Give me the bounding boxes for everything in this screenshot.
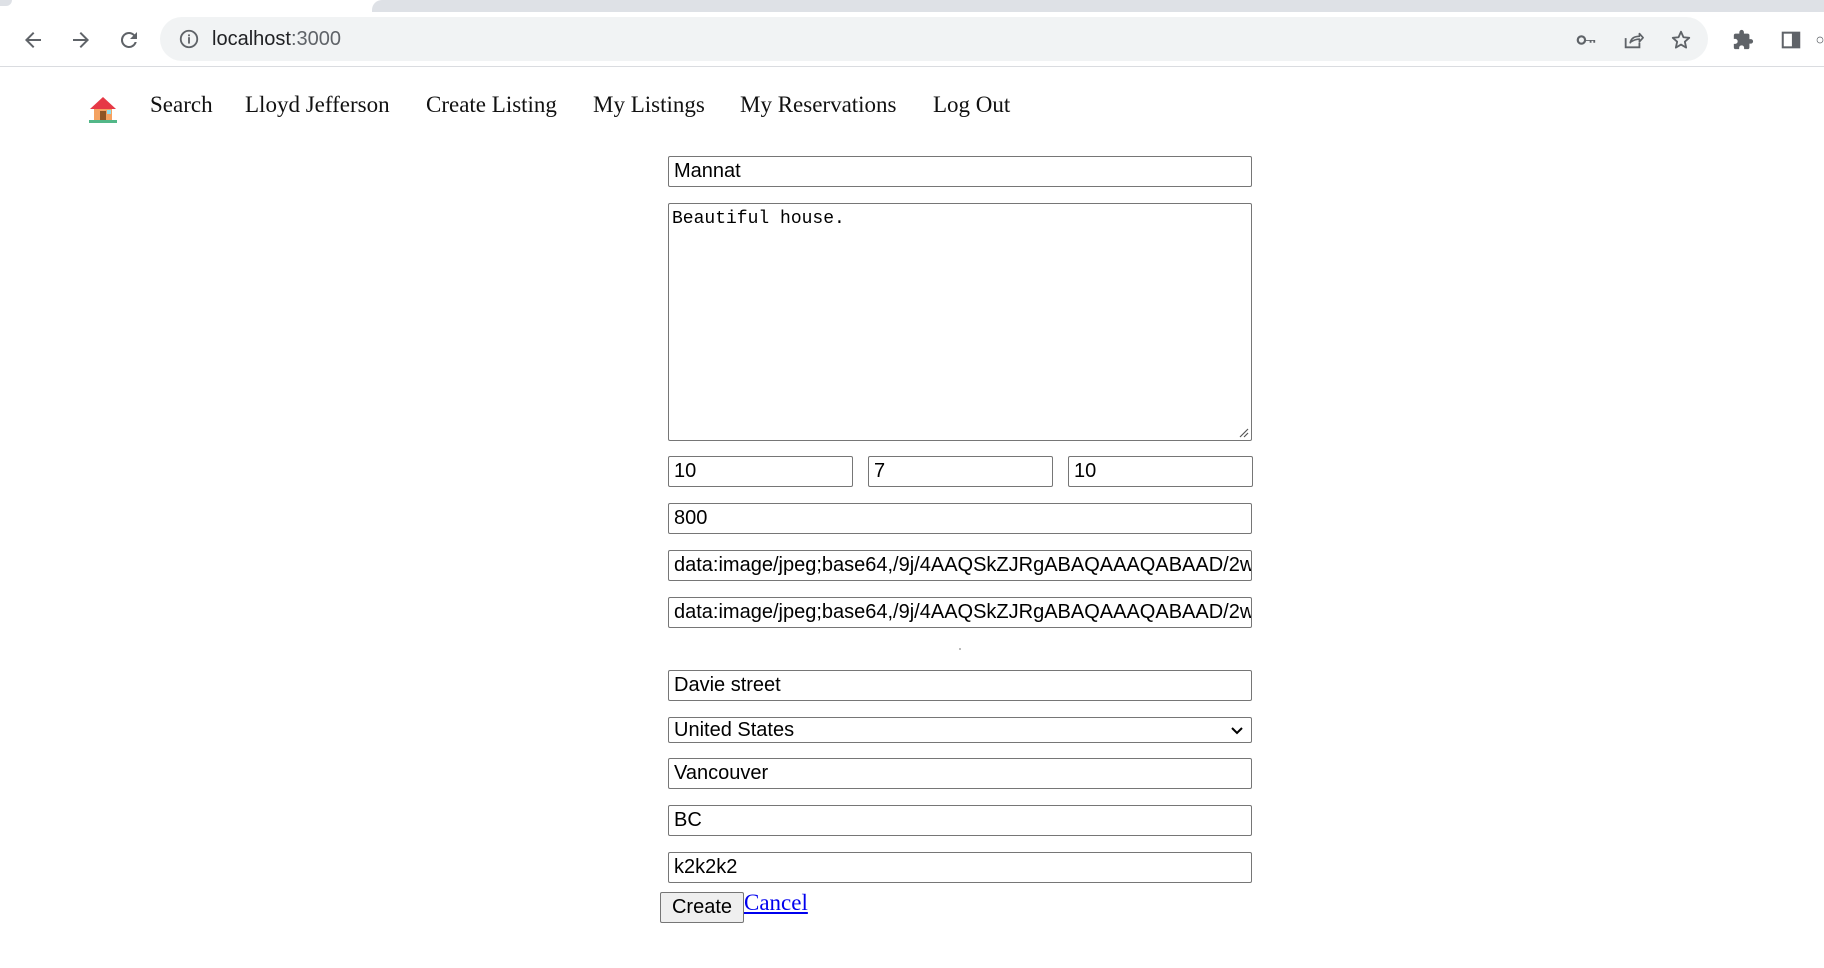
province-input[interactable]: BC bbox=[668, 805, 1252, 836]
resize-grip-icon[interactable] bbox=[1237, 426, 1249, 438]
arrow-left-icon bbox=[25, 32, 41, 48]
tab-strip bbox=[0, 0, 1824, 12]
nav-my-reservations-link[interactable]: My Reservations bbox=[740, 90, 897, 120]
city-input[interactable]: Vancouver bbox=[668, 758, 1252, 789]
reload-icon bbox=[120, 31, 137, 48]
bookmark-button[interactable] bbox=[1668, 27, 1694, 53]
forward-button[interactable] bbox=[66, 25, 96, 55]
key-icon bbox=[1576, 35, 1596, 45]
reload-button[interactable] bbox=[114, 25, 144, 55]
browser-toolbar: localhost:3000 bbox=[0, 12, 1824, 67]
profile-icon bbox=[1816, 36, 1824, 44]
profile-button[interactable] bbox=[1816, 27, 1824, 53]
description-textarea[interactable]: Beautiful house. bbox=[668, 203, 1252, 441]
nav-logout-link[interactable]: Log Out bbox=[933, 90, 1010, 120]
info-icon[interactable] bbox=[178, 28, 200, 50]
back-button[interactable] bbox=[18, 25, 48, 55]
password-button[interactable] bbox=[1573, 27, 1599, 53]
title-input[interactable]: Mannat bbox=[668, 156, 1252, 187]
url-host: localhost bbox=[212, 28, 291, 50]
country-selected-value: United States bbox=[674, 719, 795, 741]
puzzle-icon bbox=[1733, 29, 1754, 50]
house-icon[interactable] bbox=[88, 95, 118, 123]
inactive-tab[interactable] bbox=[372, 0, 1824, 12]
country-select[interactable]: United States bbox=[668, 717, 1252, 743]
image-url-input-1[interactable]: data:image/jpeg;base64,/9j/4AAQSkZJRgABA… bbox=[668, 550, 1252, 581]
nav-my-listings-link[interactable]: My Listings bbox=[593, 90, 705, 120]
nav-profile-link[interactable]: Lloyd Jefferson bbox=[245, 90, 390, 120]
beds-input[interactable]: 10 bbox=[1068, 456, 1253, 487]
price-input[interactable]: 800 bbox=[668, 503, 1252, 534]
bathrooms-input[interactable]: 7 bbox=[868, 456, 1053, 487]
postal-code-input[interactable]: k2k2k2 bbox=[668, 852, 1252, 883]
street-input[interactable]: Davie street bbox=[668, 670, 1252, 701]
site-nav: Search Lloyd Jefferson Create Listing My… bbox=[0, 80, 1824, 130]
chevron-down-icon bbox=[1231, 727, 1243, 735]
arrow-right-icon bbox=[73, 32, 89, 48]
address-bar[interactable]: localhost:3000 bbox=[160, 17, 1708, 61]
image-preview-placeholder bbox=[959, 648, 961, 650]
star-icon bbox=[1671, 30, 1691, 49]
bedrooms-input[interactable]: 10 bbox=[668, 456, 853, 487]
share-button[interactable] bbox=[1620, 27, 1646, 53]
nav-search-link[interactable]: Search bbox=[150, 90, 213, 120]
image-url-input-2[interactable]: data:image/jpeg;base64,/9j/4AAQSkZJRgABA… bbox=[668, 597, 1252, 628]
description-text: Beautiful house. bbox=[672, 209, 845, 229]
active-tab-edge[interactable] bbox=[0, 0, 12, 6]
cancel-link[interactable]: Cancel bbox=[744, 888, 808, 918]
create-button[interactable]: Create bbox=[660, 892, 744, 923]
url-text[interactable]: localhost:3000 bbox=[212, 17, 341, 61]
share-icon bbox=[1624, 32, 1644, 49]
side-panel-button[interactable] bbox=[1778, 27, 1804, 53]
side-panel-icon bbox=[1781, 31, 1801, 49]
url-port: :3000 bbox=[290, 28, 341, 50]
nav-create-listing-link[interactable]: Create Listing bbox=[426, 90, 557, 120]
extensions-button[interactable] bbox=[1730, 27, 1756, 53]
